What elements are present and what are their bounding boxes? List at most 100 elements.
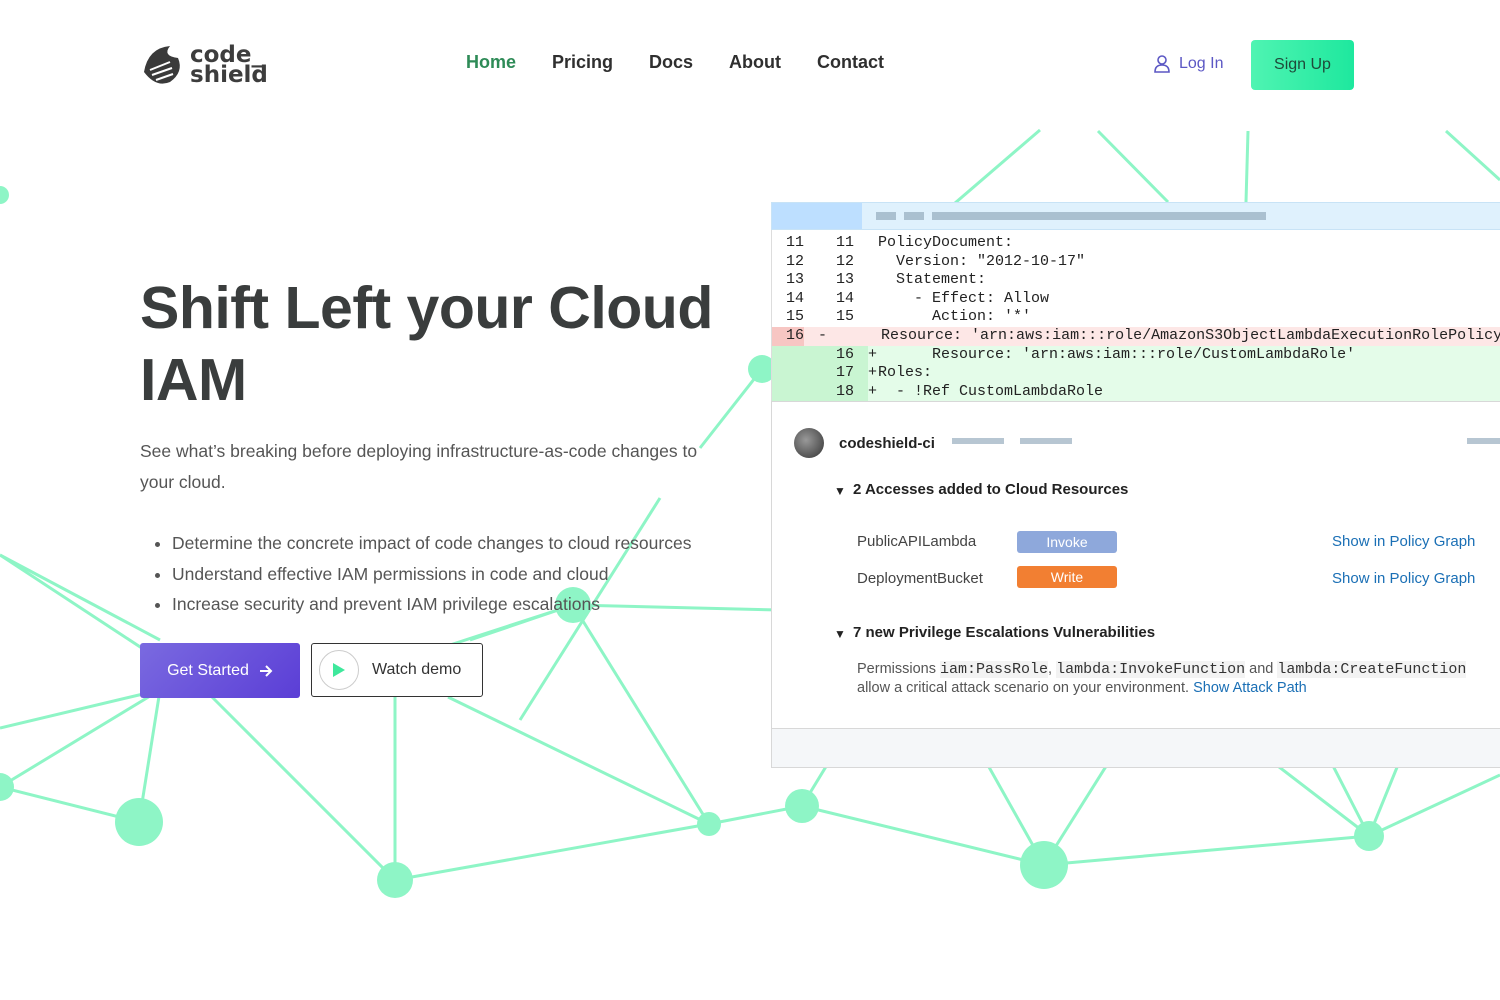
logo-wordmark: code_ shield — [190, 44, 268, 88]
network-edge — [208, 693, 397, 882]
network-edge — [0, 688, 161, 789]
placeholder-dash — [932, 212, 1266, 220]
diff-sign: - — [818, 326, 828, 344]
old-line-number: 16 — [772, 326, 805, 346]
get-started-label: Get Started — [167, 661, 249, 679]
user-icon — [1154, 55, 1170, 73]
new-line-number: 18 — [822, 382, 868, 402]
diff-line-added: 17 + Roles: — [772, 364, 1500, 383]
new-line-number: 15 — [835, 308, 854, 326]
login-link[interactable]: Log In — [1154, 55, 1223, 73]
feature-item: Increase security and prevent IAM privil… — [172, 589, 691, 620]
permission-code: lambda:CreateFunction — [1277, 661, 1467, 679]
code-text: Resource: 'arn:aws:iam:::role/CustomLamb… — [878, 345, 1356, 363]
arrow-right-icon — [259, 664, 273, 677]
nav-about[interactable]: About — [729, 52, 781, 73]
new-line-number — [804, 327, 818, 346]
code-diff: 11 11 PolicyDocument: 12 12 Version: "2012-… — [771, 230, 1500, 402]
perm-prefix: Permissions — [857, 661, 936, 678]
access-badge: Invoke — [1017, 531, 1117, 554]
network-edge — [801, 804, 1045, 867]
show-attack-path-link[interactable]: Show Attack Path — [1193, 680, 1307, 696]
network-node — [785, 789, 819, 823]
network-node — [697, 812, 721, 836]
network-node — [1020, 841, 1068, 889]
nav-contact[interactable]: Contact — [817, 52, 884, 73]
accesses-section-title[interactable]: 2 Accesses added to Cloud Resources — [853, 481, 1128, 498]
diff-line: 11 11 PolicyDocument: — [772, 234, 1500, 253]
perm-suffix: allow a critical attack scenario on your… — [857, 680, 1190, 697]
feature-list: Determine the concrete impact of code ch… — [140, 528, 691, 620]
network-node — [115, 798, 163, 846]
access-badge: Write — [1017, 566, 1117, 589]
new-line-number: 17 — [822, 364, 868, 383]
old-line-number — [772, 364, 822, 383]
perm-separator: , — [1048, 661, 1053, 678]
network-edge — [1444, 129, 1500, 182]
diff-line: 12 12 Version: "2012-10-17" — [772, 253, 1500, 272]
nav-home[interactable]: Home — [466, 52, 516, 73]
permission-code: iam:PassRole — [940, 661, 1049, 679]
code-text: PolicyDocument: — [878, 234, 1014, 251]
placeholder-dash — [1020, 438, 1072, 445]
permission-code: lambda:InvokeFunction — [1056, 661, 1246, 679]
signup-button[interactable]: Sign Up — [1251, 40, 1354, 90]
new-line-number: 12 — [835, 252, 854, 270]
feature-item: Determine the concrete impact of code ch… — [172, 528, 691, 559]
network-edge — [0, 553, 161, 662]
show-policy-graph-link[interactable]: Show in Policy Graph — [1332, 533, 1475, 550]
old-line-number: 11 — [786, 234, 805, 251]
network-node — [0, 186, 9, 204]
nav-docs[interactable]: Docs — [649, 52, 693, 73]
show-policy-graph-link[interactable]: Show in Policy Graph — [1332, 570, 1475, 587]
collapse-triangle-icon[interactable]: ▼ — [834, 484, 846, 498]
vulnerability-description: Permissions iam:PassRole, lambda:InvokeF… — [857, 660, 1497, 697]
panel-footer — [771, 729, 1500, 769]
code-text: Resource: 'arn:aws:iam:::role/AmazonS3Ob… — [827, 326, 1500, 344]
diff-sign — [868, 290, 878, 309]
diff-file-header — [771, 202, 1500, 230]
watch-demo-button[interactable]: Watch demo — [311, 643, 483, 697]
hero-title-line-2: IAM — [140, 347, 247, 413]
new-line-number: 13 — [835, 271, 854, 289]
avatar — [794, 428, 824, 459]
play-button-circle — [319, 650, 359, 690]
logo-line-2: shield — [190, 62, 268, 88]
resource-name: DeploymentBucket — [857, 570, 983, 588]
placeholder-dash — [952, 438, 1004, 445]
diff-header-block — [772, 203, 862, 229]
network-node — [1354, 821, 1384, 851]
perm-and: and — [1249, 661, 1274, 678]
diff-sign — [868, 234, 878, 253]
bot-comment: codeshield-ci ▼ 2 Accesses added to Clou… — [771, 401, 1500, 730]
diff-line: 14 14 - Effect: Allow — [772, 290, 1500, 309]
vulnerabilities-section-title[interactable]: 7 new Privilege Escalations Vulnerabilit… — [853, 624, 1155, 641]
diff-sign: + — [868, 382, 878, 400]
nav-pricing[interactable]: Pricing — [552, 52, 613, 73]
diff-line: 15 15 Action: '*' — [772, 308, 1500, 327]
new-line-number: 14 — [835, 289, 854, 307]
placeholder-dash — [1467, 438, 1500, 445]
placeholder-dash — [904, 212, 924, 220]
old-line-number: 14 — [786, 289, 805, 307]
placeholder-dash — [876, 212, 896, 220]
resource-name: PublicAPILambda — [857, 533, 977, 551]
collapse-triangle-icon[interactable]: ▼ — [834, 627, 846, 641]
shield-bird-logo-icon — [144, 46, 180, 84]
new-line-number: 11 — [835, 234, 854, 251]
network-edge — [0, 688, 161, 730]
hero-title-line-1: Shift Left your Cloud — [140, 275, 713, 341]
network-edge — [1096, 129, 1170, 204]
login-label: Log In — [1179, 55, 1224, 72]
old-line-number: 15 — [786, 308, 805, 326]
get-started-button[interactable]: Get Started — [140, 643, 300, 698]
diff-sign — [868, 271, 878, 290]
diff-sign — [868, 253, 878, 272]
code-review-panel: 11 11 PolicyDocument: 12 12 Version: "2012-… — [771, 202, 1500, 769]
logo[interactable]: code_ shield — [140, 42, 268, 88]
old-line-number: 12 — [786, 252, 805, 270]
code-text: Statement: — [878, 271, 987, 289]
diff-line-added: 16 + Resource: 'arn:aws:iam:::role/Custom… — [772, 345, 1500, 365]
network-edge — [1244, 130, 1250, 203]
comment-header: codeshield-ci — [794, 428, 935, 459]
